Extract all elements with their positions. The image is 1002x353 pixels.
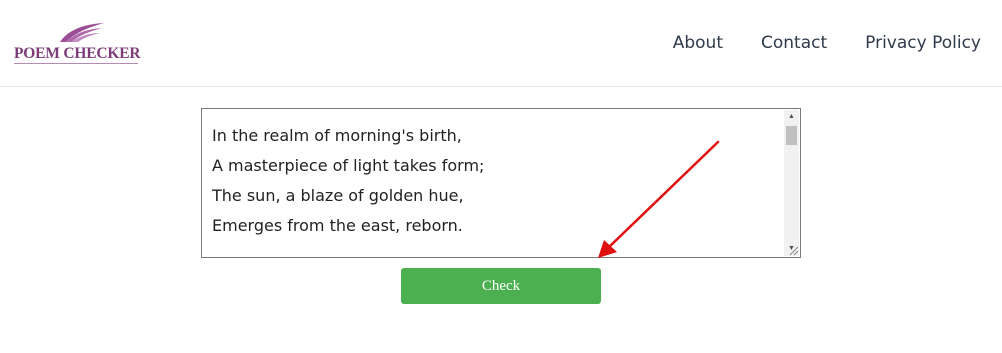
wing-icon — [60, 23, 104, 42]
textarea-scrollbar[interactable]: ▲ ▼ — [784, 110, 799, 256]
scroll-up-arrow-icon[interactable]: ▲ — [784, 110, 799, 124]
site-logo[interactable]: POEM CHECKER — [12, 20, 142, 66]
resize-grip-icon[interactable] — [787, 244, 799, 256]
nav-privacy-policy-link[interactable]: Privacy Policy — [865, 32, 981, 54]
logo-underline — [14, 63, 138, 64]
nav-about-link[interactable]: About — [673, 32, 723, 54]
site-header: POEM CHECKER About Contact Privacy Polic… — [0, 0, 1002, 87]
nav-contact-link[interactable]: Contact — [761, 32, 827, 54]
logo-text: POEM CHECKER — [14, 45, 141, 62]
scroll-thumb[interactable] — [786, 126, 797, 145]
check-button[interactable]: Check — [401, 268, 601, 304]
poem-text[interactable]: In the realm of morning's birth, A maste… — [212, 121, 782, 249]
main-nav: About Contact Privacy Policy — [673, 32, 981, 54]
poem-textarea[interactable]: In the realm of morning's birth, A maste… — [201, 108, 801, 258]
